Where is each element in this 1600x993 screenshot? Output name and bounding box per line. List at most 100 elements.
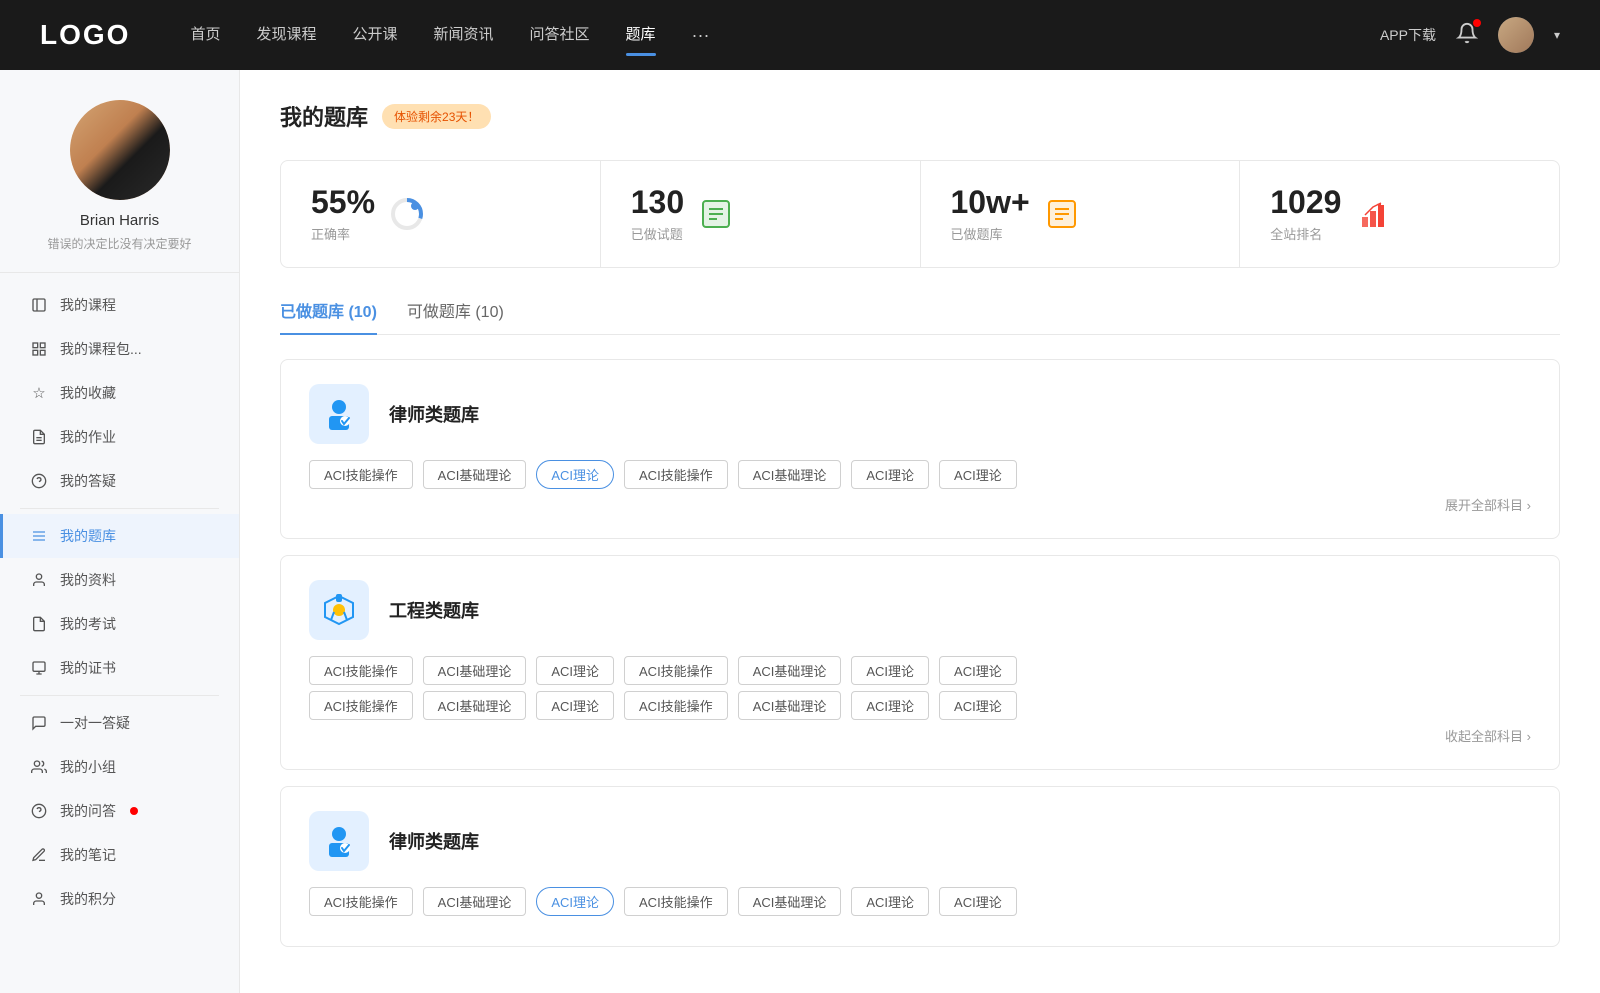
- question-notification-dot: [130, 807, 138, 815]
- tag[interactable]: ACI基础理论: [738, 656, 842, 685]
- avatar-chevron[interactable]: ▾: [1554, 28, 1560, 42]
- tag[interactable]: ACI基础理论: [423, 887, 527, 916]
- tag[interactable]: ACI理论: [939, 460, 1017, 489]
- nav-home[interactable]: 首页: [190, 23, 220, 48]
- stat-done-banks: 10w+ 已做题库: [921, 161, 1241, 267]
- sidebar-nav: 我的课程 我的课程包... ☆ 我的收藏 我的作业: [0, 273, 239, 931]
- sidebar-item-cert[interactable]: 我的证书: [0, 646, 239, 690]
- profile-icon: [30, 571, 48, 589]
- bank-card-lawyer-2: 律师类题库 ACI技能操作 ACI基础理论 ACI理论 ACI技能操作 ACI基…: [280, 786, 1560, 947]
- sidebar-item-profile[interactable]: 我的资料: [0, 558, 239, 602]
- nav-discover[interactable]: 发现课程: [256, 23, 316, 48]
- sidebar-item-label: 我的课程包...: [60, 339, 142, 359]
- nav-qa[interactable]: 问答社区: [530, 23, 590, 48]
- group-icon: [30, 758, 48, 776]
- notification-bell[interactable]: [1456, 22, 1478, 48]
- tag[interactable]: ACI理论: [939, 656, 1017, 685]
- sidebar-item-favorites[interactable]: ☆ 我的收藏: [0, 371, 239, 415]
- tag[interactable]: ACI技能操作: [309, 460, 413, 489]
- sidebar-item-label: 我的题库: [60, 526, 116, 546]
- nav-more[interactable]: ···: [692, 25, 710, 46]
- sidebar-item-label: 我的小组: [60, 757, 116, 777]
- bank-card-engineer: 工程类题库 ACI技能操作 ACI基础理论 ACI理论 ACI技能操作 ACI基…: [280, 555, 1560, 770]
- stat-accuracy-text: 55% 正确率: [311, 185, 375, 243]
- tag[interactable]: ACI理论: [851, 460, 929, 489]
- collapse-link-engineer[interactable]: 收起全部科目 ›: [309, 726, 1531, 745]
- sidebar-item-course-pack[interactable]: 我的课程包...: [0, 327, 239, 371]
- sidebar-item-exam[interactable]: 我的考试: [0, 602, 239, 646]
- sidebar-item-1on1[interactable]: 一对一答疑: [0, 701, 239, 745]
- profile-motto: 错误的决定比没有决定要好: [47, 235, 191, 252]
- notes-icon: [30, 846, 48, 864]
- tag[interactable]: ACI技能操作: [624, 887, 728, 916]
- sidebar-item-points[interactable]: 我的积分: [0, 877, 239, 921]
- tag[interactable]: ACI基础理论: [423, 656, 527, 685]
- tag[interactable]: ACI基础理论: [423, 691, 527, 720]
- stat-done-q-value: 130: [631, 185, 684, 220]
- tag[interactable]: ACI理论: [851, 887, 929, 916]
- stat-accuracy: 55% 正确率: [281, 161, 601, 267]
- tag[interactable]: ACI理论: [536, 656, 614, 685]
- tag[interactable]: ACI理论: [536, 691, 614, 720]
- layout: Brian Harris 错误的决定比没有决定要好 我的课程 我的课程包... …: [0, 70, 1600, 993]
- sidebar-item-bank[interactable]: 我的题库: [0, 514, 239, 558]
- bank-tags-engineer: ACI技能操作 ACI基础理论 ACI理论 ACI技能操作 ACI基础理论 AC…: [309, 656, 1531, 745]
- tag[interactable]: ACI理论: [939, 887, 1017, 916]
- accuracy-chart-icon: [389, 196, 425, 232]
- stat-accuracy-label: 正确率: [311, 224, 375, 243]
- tag[interactable]: ACI技能操作: [309, 691, 413, 720]
- tag[interactable]: ACI技能操作: [624, 460, 728, 489]
- tag[interactable]: ACI基础理论: [423, 460, 527, 489]
- bank-tags-lawyer-1: ACI技能操作 ACI基础理论 ACI理论 ACI技能操作 ACI基础理论 AC…: [309, 460, 1531, 514]
- sidebar-item-label: 我的笔记: [60, 845, 116, 865]
- trial-badge: 体验剩余23天！: [382, 104, 491, 129]
- nav-bank[interactable]: 题库: [626, 23, 656, 48]
- sidebar-item-group[interactable]: 我的小组: [0, 745, 239, 789]
- tag[interactable]: ACI理论: [939, 691, 1017, 720]
- favorites-icon: ☆: [30, 384, 48, 402]
- bank-card-lawyer-1: 律师类题库 ACI技能操作 ACI基础理论 ACI理论 ACI技能操作 ACI基…: [280, 359, 1560, 539]
- nav-news[interactable]: 新闻资讯: [434, 23, 494, 48]
- expand-link-lawyer-1[interactable]: 展开全部科目 ›: [309, 495, 1531, 514]
- bank-name-engineer: 工程类题库: [389, 597, 479, 623]
- tag[interactable]: ACI基础理论: [738, 887, 842, 916]
- app-download-button[interactable]: APP下载: [1380, 25, 1436, 45]
- sidebar-item-my-qa[interactable]: 我的答疑: [0, 459, 239, 503]
- sidebar-item-homework[interactable]: 我的作业: [0, 415, 239, 459]
- tag[interactable]: ACI基础理论: [738, 691, 842, 720]
- sidebar-divider-1: [20, 508, 219, 509]
- tag[interactable]: ACI理论: [851, 656, 929, 685]
- bank-name-lawyer-1: 律师类题库: [389, 401, 479, 427]
- exam-icon: [30, 615, 48, 633]
- tab-available-banks[interactable]: 可做题库 (10): [407, 298, 504, 334]
- avatar[interactable]: [1498, 17, 1534, 53]
- bank-card-lawyer-1-header: 律师类题库: [309, 384, 1531, 444]
- navbar: LOGO 首页 发现课程 公开课 新闻资讯 问答社区 题库 ··· APP下载 …: [0, 0, 1600, 70]
- bank-name-lawyer-2: 律师类题库: [389, 828, 479, 854]
- sidebar-item-my-courses[interactable]: 我的课程: [0, 283, 239, 327]
- tag[interactable]: ACI技能操作: [624, 691, 728, 720]
- avatar-image: [1498, 17, 1534, 53]
- tag[interactable]: ACI理论: [851, 691, 929, 720]
- tag-active[interactable]: ACI理论: [536, 460, 614, 489]
- sidebar-item-notes[interactable]: 我的笔记: [0, 833, 239, 877]
- tag[interactable]: ACI基础理论: [738, 460, 842, 489]
- stat-done-b-text: 10w+ 已做题库: [951, 185, 1030, 243]
- bank-tags-lawyer-2: ACI技能操作 ACI基础理论 ACI理论 ACI技能操作 ACI基础理论 AC…: [309, 887, 1531, 916]
- rank-icon: [1355, 196, 1391, 232]
- logo[interactable]: LOGO: [40, 19, 130, 51]
- sidebar-item-label: 我的积分: [60, 889, 116, 909]
- tag[interactable]: ACI技能操作: [309, 656, 413, 685]
- stat-rank-value: 1029: [1270, 185, 1341, 220]
- cert-icon: [30, 659, 48, 677]
- bank-card-engineer-header: 工程类题库: [309, 580, 1531, 640]
- bank-list: 律师类题库 ACI技能操作 ACI基础理论 ACI理论 ACI技能操作 ACI基…: [280, 359, 1560, 963]
- nav-opencourse[interactable]: 公开课: [352, 23, 397, 48]
- tag[interactable]: ACI技能操作: [624, 656, 728, 685]
- sidebar-item-questions[interactable]: 我的问答: [0, 789, 239, 833]
- tag[interactable]: ACI技能操作: [309, 887, 413, 916]
- tabs: 已做题库 (10) 可做题库 (10): [280, 298, 1560, 335]
- stat-rank-text: 1029 全站排名: [1270, 185, 1341, 243]
- tab-done-banks[interactable]: 已做题库 (10): [280, 298, 377, 334]
- tag-active[interactable]: ACI理论: [536, 887, 614, 916]
